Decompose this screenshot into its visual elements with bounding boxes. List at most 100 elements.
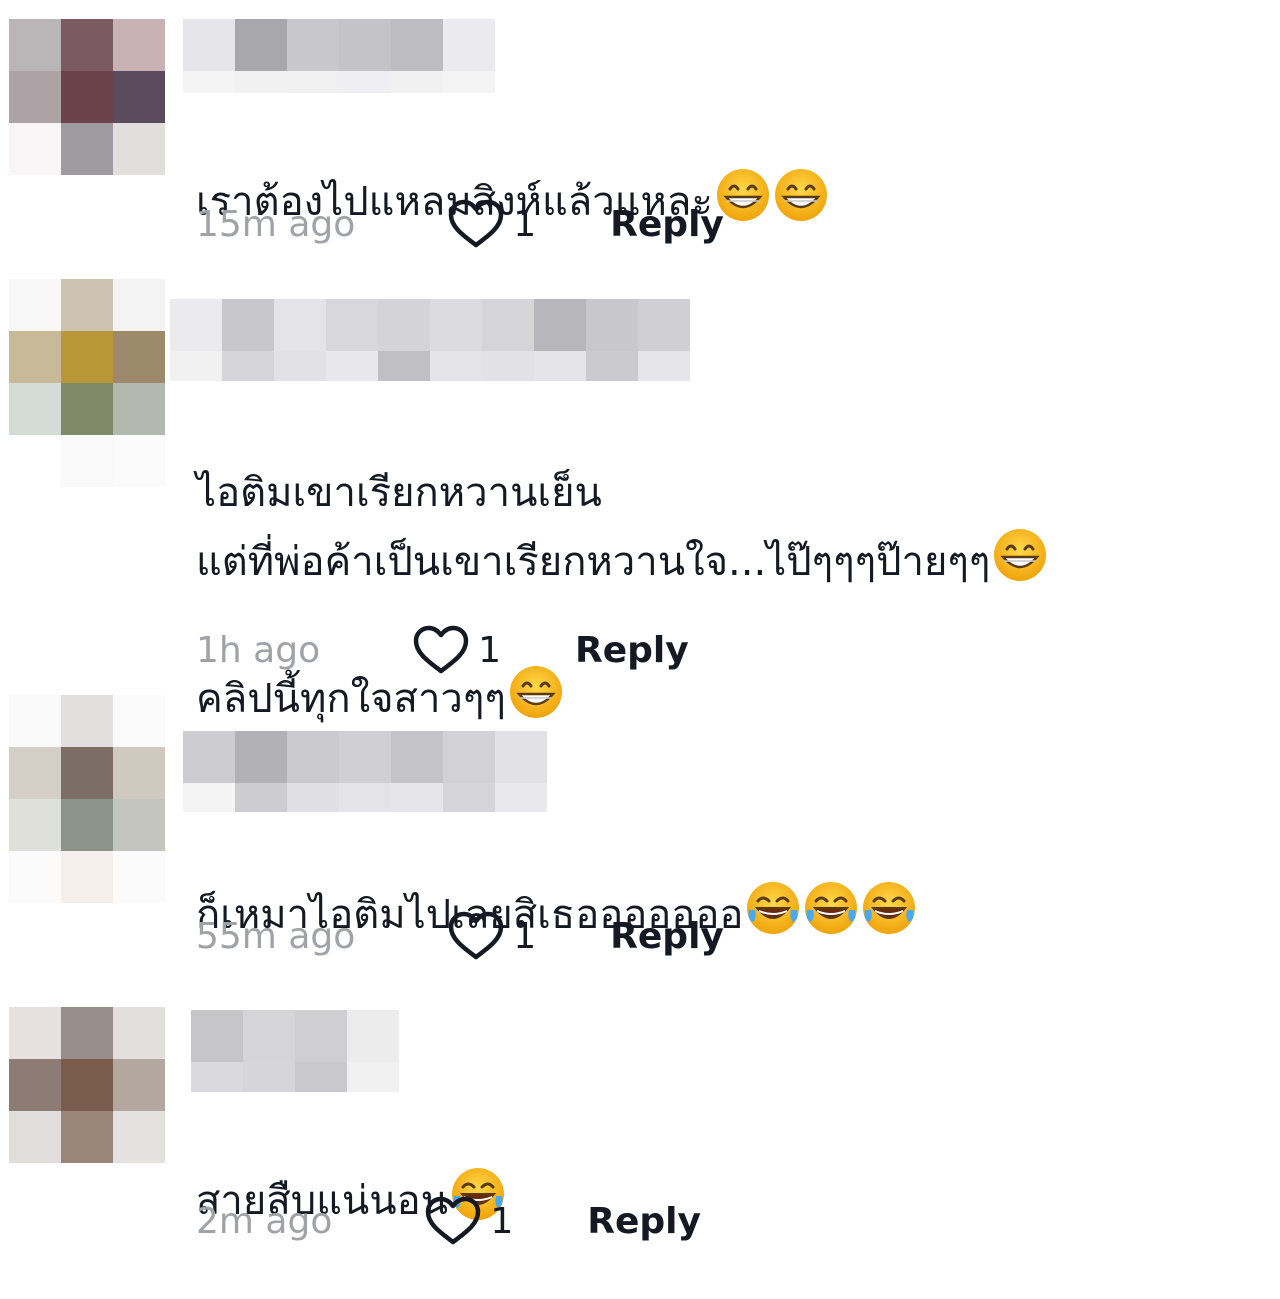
grin-emoji <box>506 666 564 722</box>
avatar-pixel <box>9 799 61 851</box>
avatar[interactable] <box>9 279 165 487</box>
username-pixel <box>378 351 430 381</box>
comment-feed: เราต้องไปแหลมสิงห์แล้วแหละ 15m ago 1 Rep… <box>0 0 1280 1299</box>
grin-emoji <box>771 169 829 225</box>
timestamp: 15m ago <box>196 203 356 245</box>
like-button[interactable]: 1 <box>447 910 536 962</box>
reply-button[interactable]: Reply <box>587 1201 701 1242</box>
like-count: 1 <box>490 1200 514 1242</box>
avatar-pixel <box>113 851 165 903</box>
comment-text: ไอติมเขาเรียกหวานเย็น แต่ที่พ่อค้าเป็นเข… <box>196 391 1048 733</box>
username-pixel <box>287 731 339 783</box>
avatar-pixel <box>61 435 113 487</box>
username-pixel <box>391 783 443 812</box>
like-button[interactable]: 1 <box>447 198 536 250</box>
avatar-pixel <box>61 71 113 123</box>
avatar[interactable] <box>9 19 165 175</box>
avatar-pixel <box>9 435 61 487</box>
username-pixel <box>235 783 287 812</box>
avatar-pixel <box>113 19 165 71</box>
comment-text-body: ไอติมเขาเรียกหวานเย็น แต่ที่พ่อค้าเป็นเข… <box>196 470 991 585</box>
avatar-pixel <box>113 1059 165 1111</box>
username-pixel <box>243 1062 295 1092</box>
comment-meta: 55m ago 1 Reply <box>196 910 724 962</box>
username-pixel <box>391 71 443 93</box>
avatar-pixel <box>9 851 61 903</box>
tears-joy-emoji <box>743 882 801 938</box>
avatar-pixel <box>61 1007 113 1059</box>
username-pixel <box>482 351 534 381</box>
username-pixel <box>170 299 222 351</box>
username-pixelated[interactable] <box>170 299 690 381</box>
avatar-pixel <box>9 747 61 799</box>
username-pixel <box>191 1062 243 1092</box>
username-pixel <box>443 731 495 783</box>
avatar-pixel <box>9 383 61 435</box>
avatar-pixel <box>113 383 165 435</box>
username-pixel <box>287 19 339 71</box>
username-pixel <box>183 731 235 783</box>
username-pixel <box>339 71 391 93</box>
timestamp: 1h ago <box>196 629 321 671</box>
avatar-pixel <box>9 123 61 175</box>
comment-meta: 1h ago 1 Reply <box>196 624 689 676</box>
avatar-pixel <box>9 1007 61 1059</box>
avatar-pixel <box>113 123 165 175</box>
timestamp: 2m ago <box>196 1200 333 1242</box>
avatar-pixel <box>61 695 113 747</box>
username-pixel <box>235 19 287 71</box>
reply-button[interactable]: Reply <box>610 204 724 245</box>
username-pixel <box>391 19 443 71</box>
username-pixel <box>222 351 274 381</box>
username-pixel <box>287 783 339 812</box>
heart-icon <box>424 1195 482 1247</box>
username-pixel <box>430 299 482 351</box>
like-button[interactable]: 1 <box>412 624 501 676</box>
avatar-pixel <box>9 19 61 71</box>
username-pixel <box>430 351 482 381</box>
reply-button[interactable]: Reply <box>610 916 724 957</box>
avatar-pixel <box>61 383 113 435</box>
username-pixel <box>638 351 690 381</box>
avatar[interactable] <box>9 695 165 903</box>
username-pixel <box>534 351 586 381</box>
avatar-pixel <box>61 851 113 903</box>
reply-button[interactable]: Reply <box>575 630 689 671</box>
username-pixel <box>482 299 534 351</box>
username-pixelated[interactable] <box>191 1010 399 1092</box>
avatar-pixel <box>113 435 165 487</box>
username-pixel <box>183 19 235 71</box>
avatar-pixel <box>61 123 113 175</box>
username-pixelated[interactable] <box>183 731 547 812</box>
username-pixel <box>222 299 274 351</box>
username-pixel <box>347 1062 399 1092</box>
like-count: 1 <box>513 915 537 957</box>
avatar-pixel <box>113 331 165 383</box>
username-pixel <box>495 731 547 783</box>
username-pixel <box>586 351 638 381</box>
heart-icon <box>447 198 505 250</box>
avatar-pixel <box>61 279 113 331</box>
username-pixel <box>287 71 339 93</box>
like-button[interactable]: 1 <box>424 1195 513 1247</box>
username-pixel <box>638 299 690 351</box>
username-pixel <box>183 71 235 93</box>
like-count: 1 <box>478 629 502 671</box>
tears-joy-emoji <box>859 882 917 938</box>
username-pixel <box>443 71 495 93</box>
username-pixel <box>443 19 495 71</box>
heart-icon <box>412 624 470 676</box>
username-pixel <box>378 299 430 351</box>
username-pixel <box>586 299 638 351</box>
avatar[interactable] <box>9 1007 165 1163</box>
username-pixel <box>170 351 222 381</box>
username-pixelated[interactable] <box>183 19 495 93</box>
username-pixel <box>274 351 326 381</box>
avatar-pixel <box>61 799 113 851</box>
comment-meta: 2m ago 1 Reply <box>196 1195 701 1247</box>
username-pixel <box>295 1062 347 1092</box>
username-pixel <box>339 783 391 812</box>
avatar-pixel <box>113 71 165 123</box>
username-pixel <box>443 783 495 812</box>
tears-joy-emoji <box>801 882 859 938</box>
